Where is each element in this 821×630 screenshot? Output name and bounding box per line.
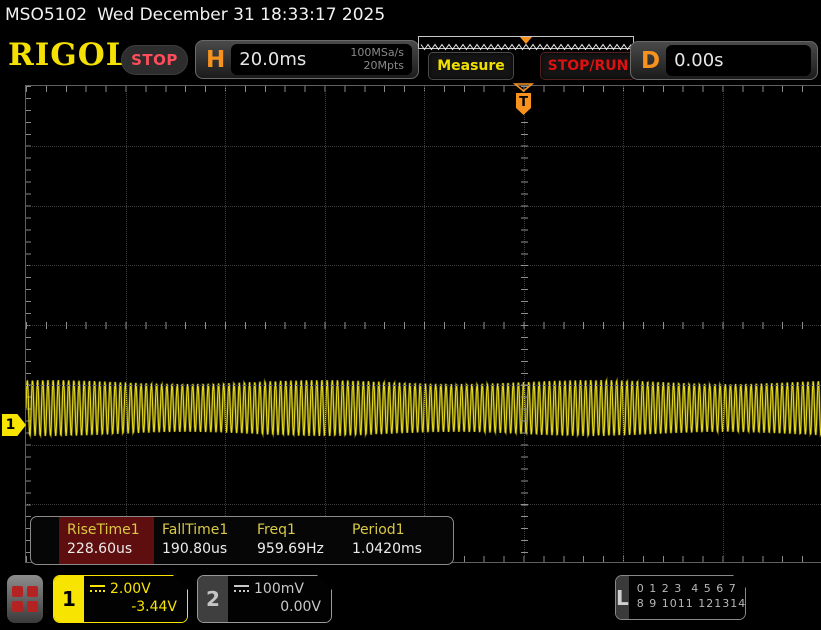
stop-run-button[interactable]: STOP/RUN — [540, 52, 636, 80]
channel1-offset-marker[interactable]: 1 — [2, 414, 26, 436]
channel2-offset: 0.00V — [280, 598, 321, 615]
measurement-freq[interactable]: Freq1 959.69Hz — [249, 517, 344, 564]
measurement-label: FallTime1 — [162, 522, 229, 538]
logic-channels-badge[interactable]: L 0 1 2 3 4 5 6 78 9 1011 12131415 — [615, 575, 746, 620]
channel1-info: 2.00V -3.44V — [84, 576, 187, 622]
menu-dot — [27, 586, 38, 597]
channel1-badge[interactable]: 1 2.00V -3.44V — [53, 575, 188, 623]
measure-button[interactable]: Measure — [428, 52, 514, 80]
measurement-period[interactable]: Period1 1.0420ms — [344, 517, 439, 564]
measurement-value: 228.60us — [67, 540, 133, 557]
channel2-badge[interactable]: 2 100mV 0.00V — [197, 575, 332, 623]
trigger-position-icon[interactable]: T — [513, 83, 534, 116]
gridline-horizontal — [26, 265, 821, 267]
gridline-horizontal — [26, 205, 821, 207]
menu-dot — [27, 601, 38, 612]
gridline-horizontal — [26, 145, 821, 147]
datetime: Wed December 31 18:33:17 2025 — [97, 5, 386, 25]
channel1-number: 1 — [54, 576, 84, 622]
channel2-info: 100mV 0.00V — [228, 576, 331, 622]
model-name: MSO5102 — [5, 5, 88, 25]
gridline-horizontal — [26, 384, 821, 386]
menu-dot — [12, 601, 23, 612]
preview-trigger-position-icon — [520, 37, 532, 44]
menu-grid-icon[interactable] — [7, 575, 43, 623]
measurement-value: 1.0420ms — [352, 540, 422, 557]
channel2-scale: 100mV — [254, 581, 304, 597]
logic-row2: 8 9 1011 12131415 — [636, 596, 746, 610]
graticule — [25, 85, 821, 563]
delay-label: D — [641, 47, 661, 74]
menu-dot — [12, 586, 23, 597]
dc-coupling-icon — [90, 585, 105, 593]
logic-channel-numbers: 0 1 2 3 4 5 6 78 9 1011 12131415 — [629, 576, 746, 619]
channel1-scale: 2.00V — [110, 581, 151, 597]
svg-text:T: T — [519, 95, 528, 110]
sample-rate: 100MSa/s — [350, 45, 404, 59]
logic-label: L — [616, 576, 629, 619]
measurement-value: 190.80us — [162, 540, 228, 557]
measurement-label: RiseTime1 — [67, 522, 140, 538]
channel1-offset: -3.44V — [131, 598, 177, 615]
run-state-badge: STOP — [121, 45, 188, 75]
memory-depth: 20Mpts — [363, 58, 404, 72]
titlebar: MSO5102 Wed December 31 18:33:17 2025 — [0, 0, 821, 30]
logic-row1: 0 1 2 3 4 5 6 7 — [636, 582, 737, 595]
waveform-preview-bar[interactable] — [418, 36, 634, 51]
measurement-risetime[interactable]: RiseTime1 228.60us — [59, 517, 154, 564]
dc-coupling-icon — [234, 585, 249, 593]
gridline-horizontal — [26, 444, 821, 446]
measurement-falltime[interactable]: FallTime1 190.80us — [154, 517, 249, 564]
center-axis-ticks-horizontal — [26, 322, 821, 329]
measurement-panel: RiseTime1 228.60us FallTime1 190.80us Fr… — [30, 516, 454, 565]
measurement-value: 959.69Hz — [257, 540, 324, 557]
measurement-label: Period1 — [352, 522, 405, 538]
horizontal-well: 20.0ms 100MSa/s 20Mpts — [231, 44, 412, 75]
delay-well: 0.00s — [666, 45, 811, 76]
timebase-value: 20.0ms — [239, 49, 307, 70]
measurement-label: Freq1 — [257, 522, 296, 538]
gridline-horizontal — [26, 504, 821, 506]
horizontal-panel[interactable]: H 20.0ms 100MSa/s 20Mpts — [195, 40, 419, 79]
delay-panel[interactable]: D 0.00s — [630, 41, 818, 80]
delay-value: 0.00s — [674, 50, 724, 71]
horizontal-label: H — [206, 46, 226, 73]
channel2-number: 2 — [198, 576, 228, 622]
rigol-logo: RIGOL — [8, 37, 129, 73]
acquisition-info: 100MSa/s 20Mpts — [350, 45, 404, 72]
